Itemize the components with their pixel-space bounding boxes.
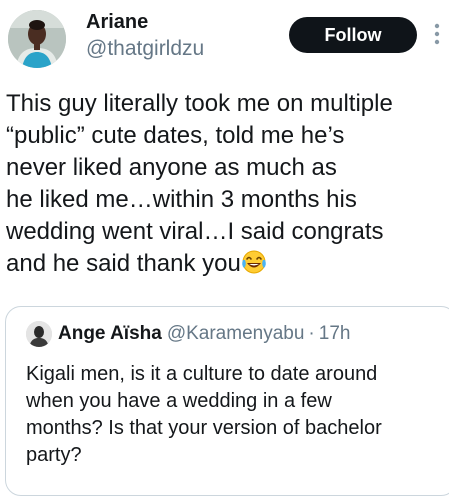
quoted-tweet-timestamp[interactable]: 17h (319, 323, 351, 344)
tweet-text-line: and he said thank you (6, 250, 241, 277)
tweet-text-line: wedding went viral…I said congrats (6, 218, 384, 245)
tears-of-joy-emoji-icon (242, 250, 266, 274)
author-handle[interactable]: @thatgirldzu (86, 36, 204, 62)
tweet-text-line: never liked anyone as much as (6, 154, 337, 181)
vertical-dots-icon[interactable] (431, 22, 443, 46)
quoted-author-display-name[interactable]: Ange Aïsha (58, 323, 162, 344)
tweet-header: Ariane @thatgirldzu Follow (0, 0, 449, 80)
quoted-tweet-header: Ange Aïsha @Karamenyabu · 17h (26, 321, 350, 351)
profile-photo-icon (26, 321, 52, 347)
follow-button[interactable]: Follow (289, 17, 417, 53)
quoted-tweet-text-line: Kigali men, is it a culture to date arou… (26, 363, 378, 385)
quoted-tweet-text: Kigali men, is it a culture to date arou… (26, 361, 446, 469)
quoted-author-handle[interactable]: @Karamenyabu (167, 323, 305, 344)
quoted-tweet-separator: · (308, 323, 315, 344)
author-name-block: Ariane @thatgirldzu (86, 10, 204, 62)
profile-photo-icon (8, 10, 66, 68)
quoted-tweet-text-line: when you have a wedding in a few (26, 390, 332, 412)
quoted-tweet-text-line: months? Is that your version of bachelor (26, 417, 382, 439)
quoted-tweet-card[interactable]: Ange Aïsha @Karamenyabu · 17h Kigali men, i… (5, 306, 449, 496)
tweet-text-line: “public” cute dates, told me he’s (6, 122, 345, 149)
author-display-name[interactable]: Ariane (86, 10, 204, 34)
quoted-author-avatar[interactable] (26, 321, 52, 347)
tweet-text-line: he liked me…within 3 months his (6, 186, 357, 213)
tweet-text-line: This guy literally took me on multiple (6, 90, 393, 117)
quoted-tweet-text-line: party? (26, 444, 82, 466)
tweet-text-last-line: and he said thank you (6, 248, 446, 280)
author-avatar[interactable] (8, 10, 66, 68)
tweet-text: This guy literally took me on multiple “… (6, 88, 446, 280)
